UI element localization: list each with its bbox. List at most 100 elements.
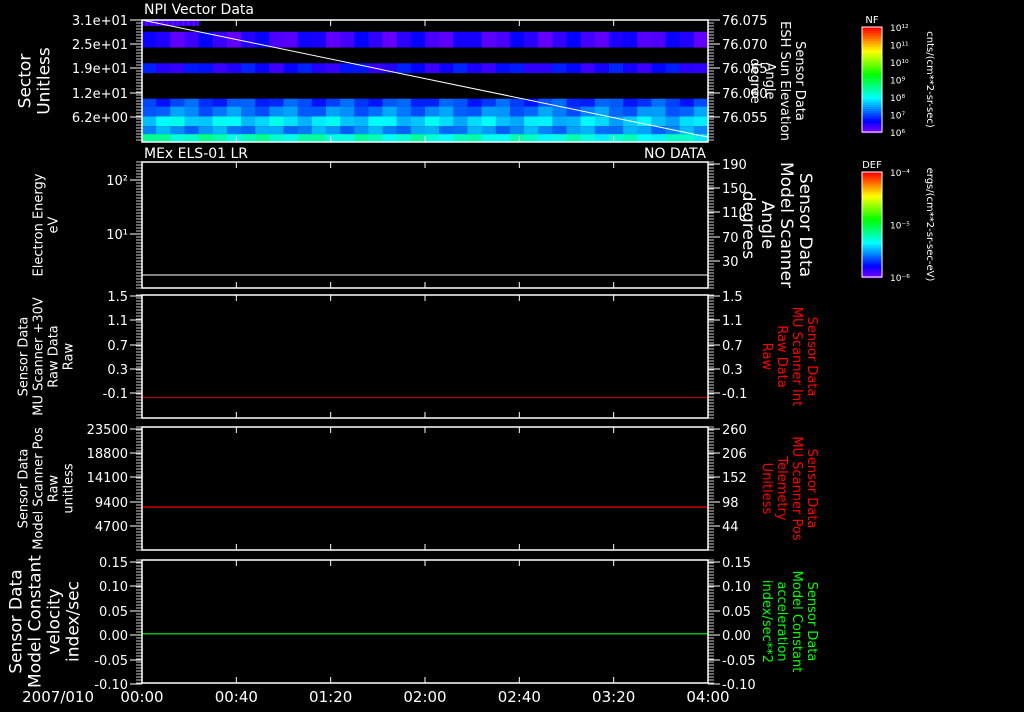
spectrogram-cell [184, 98, 200, 107]
panel-title: NPI Vector Data [144, 2, 254, 18]
y-axis-label: Sensor Data [17, 449, 32, 529]
spectrogram-cell [495, 126, 511, 135]
colorbar-cell [862, 93, 882, 96]
right-y-axis-label: Telemetry [774, 455, 789, 520]
colorbar-cell [862, 264, 882, 267]
spectrogram-cell [212, 63, 228, 74]
colorbar-cell [862, 119, 882, 122]
colorbar-cell [862, 254, 882, 257]
spectrogram-cell [453, 63, 469, 74]
spectrogram-cell [170, 31, 186, 48]
spectrogram-cell [608, 31, 624, 48]
colorbar-label: DEF [862, 160, 882, 171]
colorbar-cell [862, 103, 882, 106]
spectrogram-cell [283, 98, 299, 107]
colorbar-cell [862, 260, 882, 263]
right-y-axis-label: acceleration [774, 581, 789, 661]
spectrogram-cell [679, 63, 695, 74]
spectrogram-cell [467, 126, 483, 135]
spectrogram-cell [481, 63, 497, 74]
colorbar-cell [862, 73, 882, 76]
spectrogram-cell [170, 116, 186, 127]
spectrogram-cell [693, 106, 709, 117]
colorbar-cell [862, 202, 882, 205]
spectrogram-cell [439, 63, 454, 74]
spectrogram-cell [481, 126, 497, 135]
spectrogram-cell [538, 126, 553, 135]
spectrogram-cell [481, 134, 497, 142]
spectrogram-band [142, 31, 709, 48]
spectrogram-cell [255, 126, 270, 135]
spectrogram-cell [495, 98, 511, 107]
right-y-axis-label: degrees [738, 191, 758, 260]
x-tick-label: 01:20 [309, 688, 352, 706]
spectrogram-cell [651, 134, 667, 142]
colorbar-tick-label: 10⁻⁶ [890, 274, 910, 284]
spectrogram-cell [623, 126, 638, 135]
spectrogram-cell [212, 126, 228, 135]
colorbar-cell [862, 129, 882, 132]
spectrogram-band [142, 98, 709, 107]
right-y-tick-label: -0.1 [722, 387, 747, 402]
spectrogram-cell [495, 31, 511, 48]
y-tick-label: 6.2e+00 [72, 111, 128, 126]
nf-colorbar [862, 27, 882, 134]
spectrogram-cell [453, 134, 469, 142]
spectrogram-cell [354, 98, 369, 107]
no-data-label: NO DATA [644, 146, 706, 162]
spectrogram-cell [665, 116, 681, 127]
colorbar-cell [862, 250, 882, 253]
panel-frame [141, 161, 709, 289]
spectrogram-cell [340, 134, 355, 142]
right-y-tick-label: 76.070 [722, 38, 768, 53]
spectrogram-cell [396, 98, 412, 107]
spectrogram-cell [241, 126, 256, 135]
spectrogram-cell [382, 134, 398, 142]
spectrogram-cell [170, 106, 186, 117]
colorbar-tick-label: 10¹⁰ [890, 59, 909, 69]
spectrogram-cell [241, 31, 256, 48]
panel-frame [141, 559, 709, 684]
spectrogram-cell [255, 63, 270, 74]
spectrogram-cell [198, 63, 214, 74]
spectrogram-cell [509, 98, 525, 107]
spectrogram-cell [297, 116, 313, 127]
y-tick-label: 3.1e+01 [72, 14, 128, 29]
colorbar-cell [862, 242, 882, 245]
spectrogram-cell [198, 106, 214, 117]
colorbar-cell [862, 91, 882, 94]
spectrogram-cell [467, 116, 483, 127]
spectrogram-cell [311, 116, 327, 127]
colorbar-cell [862, 81, 882, 84]
spectrogram-cell [481, 116, 497, 127]
spectrogram-cell [665, 134, 681, 142]
spectrogram-cell [226, 98, 242, 107]
spectrogram-cell [396, 31, 412, 48]
spectrogram-cell [340, 106, 355, 117]
spectrogram-cell [170, 63, 186, 74]
spectrogram-cell [509, 31, 525, 48]
colorbar-cell [862, 65, 882, 68]
spectrogram-band [142, 126, 709, 135]
colorbar-cell [862, 67, 882, 70]
spectrogram-cell [226, 126, 242, 135]
spectrogram-cell [184, 116, 200, 127]
spectrogram-cell [142, 31, 157, 48]
spectrogram-cell [226, 63, 242, 74]
spectrogram-cell [538, 116, 553, 127]
x-tick-label: 03:20 [592, 688, 635, 706]
colorbar-cell [862, 109, 882, 112]
colorbar-cell [862, 123, 882, 126]
spectrogram-cell [453, 106, 469, 117]
spectrogram-cell [524, 31, 539, 48]
x-tick-label: 02:40 [498, 688, 541, 706]
colorbar-cell [862, 220, 882, 223]
spectrogram-cell [679, 98, 695, 107]
spectrogram-cell [425, 126, 440, 135]
x-tick-label: 00:00 [120, 688, 163, 706]
right-y-axis-label: Angle [762, 63, 777, 100]
colorbar-cell [862, 111, 882, 114]
spectrogram-cell [212, 106, 228, 117]
spectrogram-cell [340, 98, 355, 107]
y-tick-label: 0.00 [99, 629, 128, 644]
